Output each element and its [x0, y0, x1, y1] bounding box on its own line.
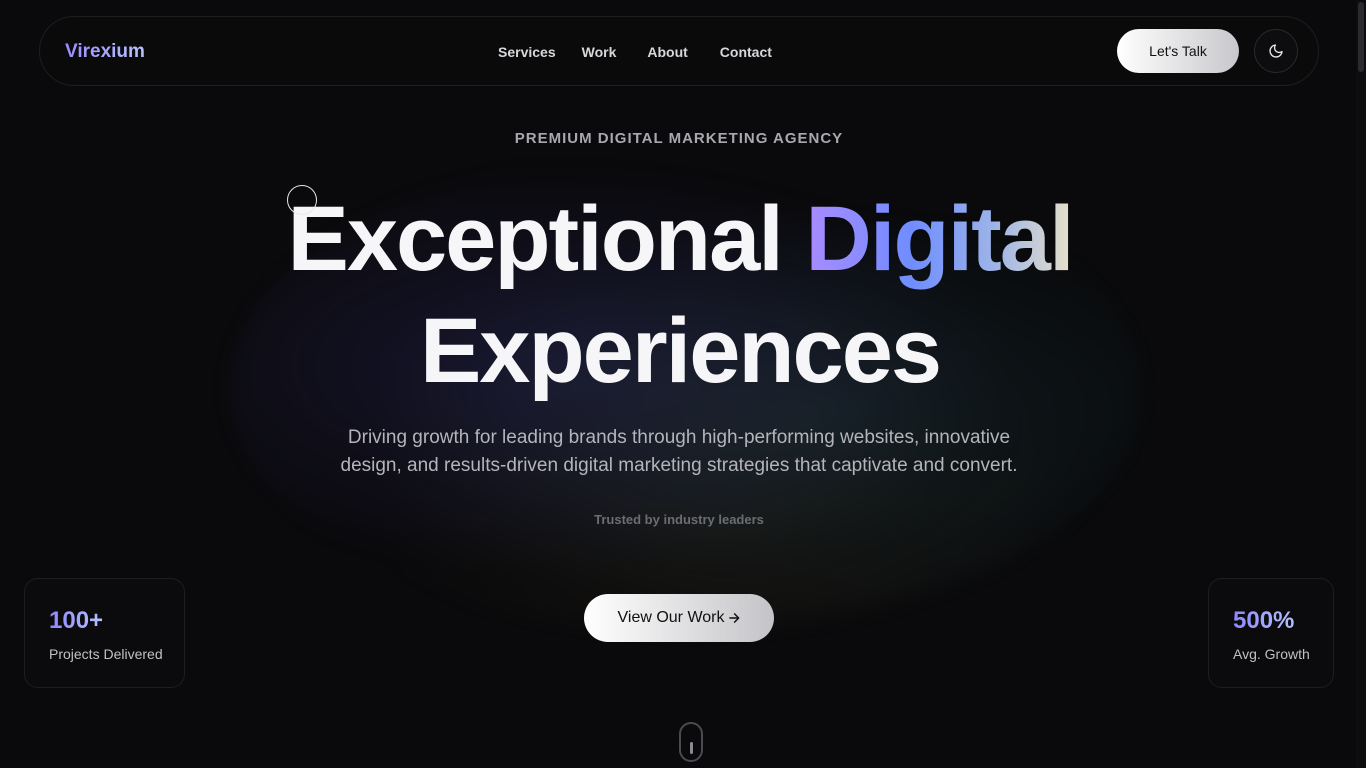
subtitle-line-1: Driving growth for leading brands throug…: [347, 427, 1011, 448]
nav-link-contact[interactable]: Contact: [720, 44, 772, 60]
headline-line-2: Experiences: [419, 300, 942, 402]
theme-toggle-button[interactable]: [1254, 29, 1298, 73]
scrollbar-thumb[interactable]: [1358, 2, 1364, 72]
nav-link-about[interactable]: About: [647, 44, 687, 60]
hero-subtitle: Driving growth for leading brands throug…: [0, 424, 1358, 480]
stat-value: 100+: [49, 607, 104, 634]
scroll-wheel: [690, 742, 693, 754]
subtitle-line-2: design, and results-driven digital marke…: [340, 455, 1018, 476]
scrollbar[interactable]: [1356, 0, 1366, 768]
stat-card-growth: 500% Avg. Growth: [1208, 578, 1334, 688]
top-navigation: Virexium Services Work About Contact Let…: [39, 16, 1319, 86]
cta-label: View Our Work: [617, 609, 725, 626]
stat-value: 500%: [1233, 607, 1295, 634]
stat-card-projects: 100+ Projects Delivered: [24, 578, 185, 688]
brand-logo[interactable]: Virexium: [65, 41, 145, 63]
stat-label: Avg. Growth: [1233, 646, 1310, 662]
scroll-indicator-icon[interactable]: [679, 722, 703, 762]
moon-icon: [1269, 44, 1283, 58]
arrow-right-icon: [728, 613, 739, 623]
hero-eyebrow: PREMIUM DIGITAL MARKETING AGENCY: [514, 130, 844, 147]
hero-headline: Exceptional Digital Experiences: [0, 183, 1360, 407]
page: Virexium Services Work About Contact Let…: [0, 0, 1366, 768]
headline-highlight: Digital: [805, 188, 1074, 290]
nav-link-work[interactable]: Work: [582, 44, 617, 60]
headline-part-1: Exceptional: [287, 188, 806, 290]
trusted-text: Trusted by industry leaders: [594, 512, 764, 527]
stat-label: Projects Delivered: [49, 646, 163, 662]
nav-link-services[interactable]: Services: [498, 44, 556, 60]
lets-talk-button[interactable]: Let's Talk: [1117, 29, 1239, 73]
nav-links: Services Work About Contact: [498, 44, 772, 60]
view-our-work-button[interactable]: View Our Work: [584, 594, 774, 642]
custom-cursor: [287, 185, 317, 215]
